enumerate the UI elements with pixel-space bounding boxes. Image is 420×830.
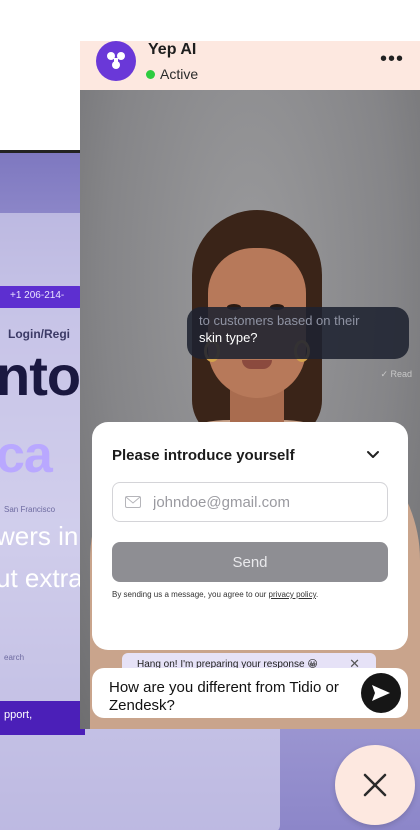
background-headline-1: nto xyxy=(0,344,81,407)
background-line-2: ut extra xyxy=(0,563,83,593)
message-composer[interactable]: How are you different from Tidio or Zend… xyxy=(92,668,408,718)
read-receipt-label: Read xyxy=(390,369,412,379)
yep-ai-logo-icon xyxy=(96,41,136,81)
close-icon xyxy=(363,773,387,797)
introduce-form: Please introduce yourself Send By sendin… xyxy=(92,422,408,650)
background-headline-2: ca xyxy=(0,426,53,484)
background-login-link: Login/Regi xyxy=(8,327,70,341)
terms-text: By sending us a message, you agree to ou… xyxy=(112,590,318,599)
read-receipt: ✓ Read xyxy=(380,369,412,379)
bot-status: Active xyxy=(146,66,198,82)
ai-message-bubble: to customers based on their skin type? xyxy=(187,307,409,359)
close-chat-launcher[interactable] xyxy=(335,745,415,825)
terms-prefix: By sending us a message, you agree to ou… xyxy=(112,590,269,599)
send-arrow-icon xyxy=(372,685,390,701)
terms-suffix: . xyxy=(315,590,319,599)
avatar-mouth xyxy=(242,360,272,369)
background-line-1: wers in xyxy=(0,521,79,551)
privacy-policy-link[interactable]: privacy policy xyxy=(269,590,316,599)
message-input[interactable]: How are you different from Tidio or Zend… xyxy=(109,679,339,715)
active-status-dot-icon xyxy=(146,69,155,79)
send-button[interactable]: Send xyxy=(112,542,388,582)
background-support-text: pport, xyxy=(4,709,33,721)
background-search-label: earch xyxy=(4,653,25,662)
background-phone-pill: +1 206-214- xyxy=(0,286,85,308)
bot-name: Yep AI xyxy=(148,41,197,58)
chevron-down-icon[interactable] xyxy=(366,448,380,462)
envelope-icon xyxy=(125,496,141,508)
background-city: San Francisco xyxy=(4,505,56,514)
form-title: Please introduce yourself xyxy=(112,447,295,464)
chat-header: Yep AI Active ••• xyxy=(80,41,420,90)
email-field[interactable] xyxy=(112,482,388,522)
chat-widget: Yep AI Active ••• to customers based on … xyxy=(80,41,420,729)
ai-message-text: skin type? xyxy=(199,330,258,345)
more-horizontal-icon[interactable]: ••• xyxy=(380,49,404,69)
background-support-bar: pport, xyxy=(0,701,85,735)
ai-message-faded-text: to customers based on their xyxy=(199,313,360,328)
email-input[interactable] xyxy=(153,493,373,511)
send-message-button[interactable] xyxy=(361,673,401,713)
bot-status-label: Active xyxy=(160,66,199,82)
